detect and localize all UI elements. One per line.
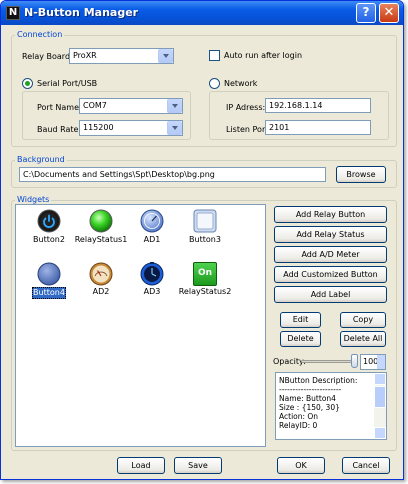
app-icon: N [6,6,20,20]
add-relay-button[interactable]: Add Relay Button [274,206,387,223]
save-button[interactable]: Save [174,457,222,474]
relay-board-value: ProXR [73,51,97,60]
clock-meter-icon[interactable] [140,262,164,286]
baud-rate-value: 115200 [83,123,114,132]
network-radio[interactable] [209,78,220,89]
widget-label: AD2 [92,287,110,296]
spin-down-icon[interactable] [377,362,385,369]
opacity-value: 100 [363,357,379,366]
opacity-slider-thumb[interactable] [351,354,358,368]
description-scrollbar[interactable] [374,373,386,439]
serial-radio[interactable] [22,78,33,89]
window-title: N-Button Manager [24,6,139,19]
widget-label-selected: Button4 [32,287,66,299]
connection-legend: Connection [15,30,65,40]
analog-meter-icon[interactable] [140,209,164,233]
background-legend: Background [15,155,67,165]
browse-button[interactable]: Browse [336,166,386,183]
description-line: NButton Description: [279,376,358,385]
delete-all-button[interactable]: Delete All [340,331,386,347]
port-name-select[interactable]: COM7 [79,98,183,114]
description-line: Action: On [279,412,319,421]
ip-label: IP Adress: [226,103,266,112]
widget-label: RelayStatus1 [74,235,128,244]
port-name-value: COM7 [83,101,107,110]
on-indicator-icon[interactable]: On [193,262,217,286]
chevron-down-icon[interactable] [167,99,182,113]
load-button[interactable]: Load [117,457,165,474]
auto-run-label: Auto run after login [224,51,303,60]
description-line: Size : {150, 30} [279,403,340,412]
round-blue-button-icon[interactable] [37,262,61,286]
baud-rate-label: Baud Rate: [37,125,82,134]
description-line: RelayID: 0 [279,421,318,430]
port-name-label: Port Name: [37,103,82,112]
serial-label: Serial Port/USB [37,79,98,88]
scroll-up-icon[interactable] [374,373,386,385]
widget-label: Button3 [189,235,221,244]
scroll-down-icon[interactable] [374,427,386,439]
auto-run-checkbox[interactable] [209,50,220,61]
square-button-icon[interactable] [193,209,217,233]
chevron-down-icon[interactable] [158,49,173,63]
relay-board-select[interactable]: ProXR [69,48,174,64]
add-customized-button[interactable]: Add Customized Button [274,266,387,283]
ip-field[interactable]: 192.168.1.14 [265,98,371,113]
ok-button[interactable]: OK [277,457,325,474]
background-path-field[interactable]: C:\Documents and Settings\Spt\Desktop\bg… [19,167,326,182]
add-relay-status-button[interactable]: Add Relay Status [274,226,387,243]
close-button[interactable]: ✕ [379,3,399,23]
help-button[interactable]: ? [356,3,376,23]
power-button-icon[interactable] [37,209,61,233]
description-line: ----------------------- [279,385,342,394]
copy-button[interactable]: Copy [340,312,386,328]
network-label: Network [224,79,258,88]
add-ad-meter-button[interactable]: Add A/D Meter [274,246,387,263]
title-bar: N N-Button Manager ? ✕ [1,1,403,25]
widget-label: RelayStatus2 [178,287,232,296]
widget-label: Button2 [33,235,65,244]
widget-label: AD1 [143,235,161,244]
cancel-button[interactable]: Cancel [342,457,390,474]
spin-up-icon[interactable] [377,355,385,362]
chevron-down-icon[interactable] [167,121,182,135]
add-label-button[interactable]: Add Label [274,286,387,303]
description-box[interactable]: NButton Description: -------------------… [275,372,387,440]
n-button-manager-window: N N-Button Manager ? ✕ Connection Relay … [0,0,404,480]
edit-button[interactable]: Edit [280,312,321,328]
description-line: Name: Button4 [279,394,336,403]
baud-rate-select[interactable]: 115200 [79,120,183,136]
widget-label: AD3 [143,287,161,296]
relay-board-label: Relay Board: [22,52,73,61]
opacity-spinner[interactable]: 100 [360,354,386,370]
gauge-icon[interactable] [89,262,113,286]
scroll-thumb[interactable] [374,386,386,408]
green-led-icon[interactable] [89,209,113,233]
opacity-slider-track[interactable] [301,360,356,363]
listen-port-field[interactable]: 2101 [265,120,371,135]
delete-button[interactable]: Delete [280,331,321,347]
